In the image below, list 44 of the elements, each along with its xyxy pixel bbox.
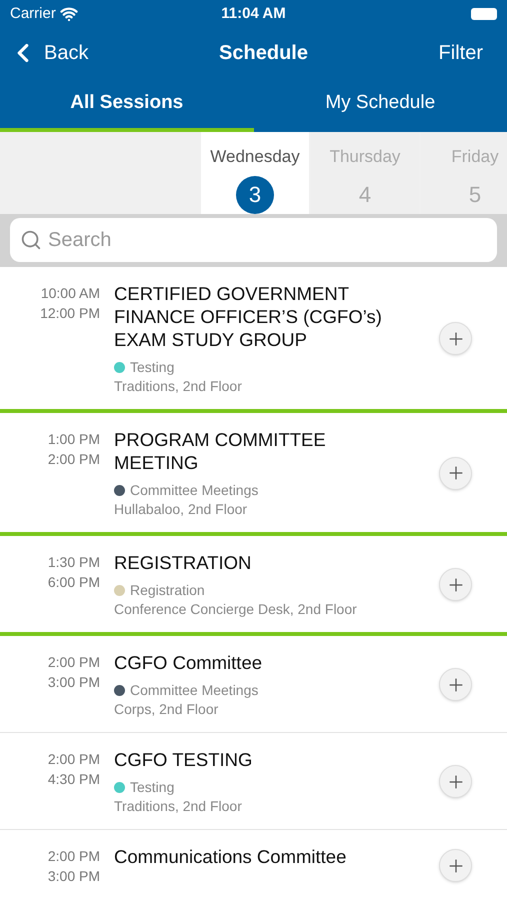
- search-field[interactable]: Search: [10, 218, 497, 262]
- session-location: Corps, 2nd Floor: [114, 701, 220, 718]
- end-time: 4:30 PM: [48, 770, 100, 789]
- add-button[interactable]: [439, 322, 472, 355]
- track-label: Testing: [130, 358, 174, 377]
- track-label: Committee Meetings: [130, 481, 258, 500]
- track-label: Committee Meetings: [130, 681, 258, 700]
- end-time: 3:00 PM: [48, 673, 100, 692]
- day-tab[interactable]: Wednesday 3: [201, 132, 309, 214]
- session-title: REGISTRATION: [114, 551, 252, 574]
- carrier-label: Carrier: [10, 4, 56, 24]
- end-time: 6:00 PM: [48, 573, 100, 592]
- session-location: Hullabaloo, 2nd Floor: [114, 501, 248, 518]
- filter-button[interactable]: Filter: [438, 38, 493, 68]
- add-button[interactable]: [439, 849, 472, 882]
- wifi-icon: [60, 5, 78, 23]
- session-location: Traditions, 2nd Floor: [114, 378, 243, 395]
- track-label: Registration: [130, 581, 205, 600]
- back-button[interactable]: Back: [14, 38, 88, 68]
- end-time: 3:00 PM: [48, 867, 100, 886]
- start-time: 2:00 PM: [48, 653, 100, 672]
- session-title: PROGRAM COMMITTEE MEETING: [114, 428, 327, 474]
- start-time: 1:00 PM: [48, 430, 100, 449]
- start-time: 10:00 AM: [40, 284, 100, 303]
- screen-title: Schedule: [219, 41, 308, 66]
- add-button[interactable]: [439, 765, 472, 798]
- start-time: 2:00 PM: [48, 750, 100, 769]
- start-time: 2:00 PM: [48, 847, 100, 866]
- session-title: CGFO Committee: [114, 651, 264, 674]
- session-title: CERTIFIED GOVERNMENT FINANCE OFFICER’S (CGFO’s) EXAM STUDY GROUP: [114, 282, 383, 351]
- session-location: Traditions, 2nd Floor: [114, 798, 243, 815]
- battery-icon: [470, 8, 497, 20]
- add-button[interactable]: [439, 668, 472, 701]
- start-time: 1:30 PM: [48, 553, 100, 572]
- end-time: 12:00 PM: [40, 304, 100, 323]
- add-button[interactable]: [439, 568, 472, 601]
- session-title: Communications Committee: [114, 845, 348, 868]
- track-label: Testing: [130, 778, 174, 797]
- add-button[interactable]: [439, 456, 472, 490]
- session-title: CGFO TESTING: [114, 748, 254, 771]
- end-time: 2:00 PM: [48, 450, 100, 469]
- session-location: Conference Concierge Desk, 2nd Floor: [114, 601, 358, 618]
- search-icon: [20, 229, 42, 252]
- status-time: 11:04 AM: [221, 4, 286, 24]
